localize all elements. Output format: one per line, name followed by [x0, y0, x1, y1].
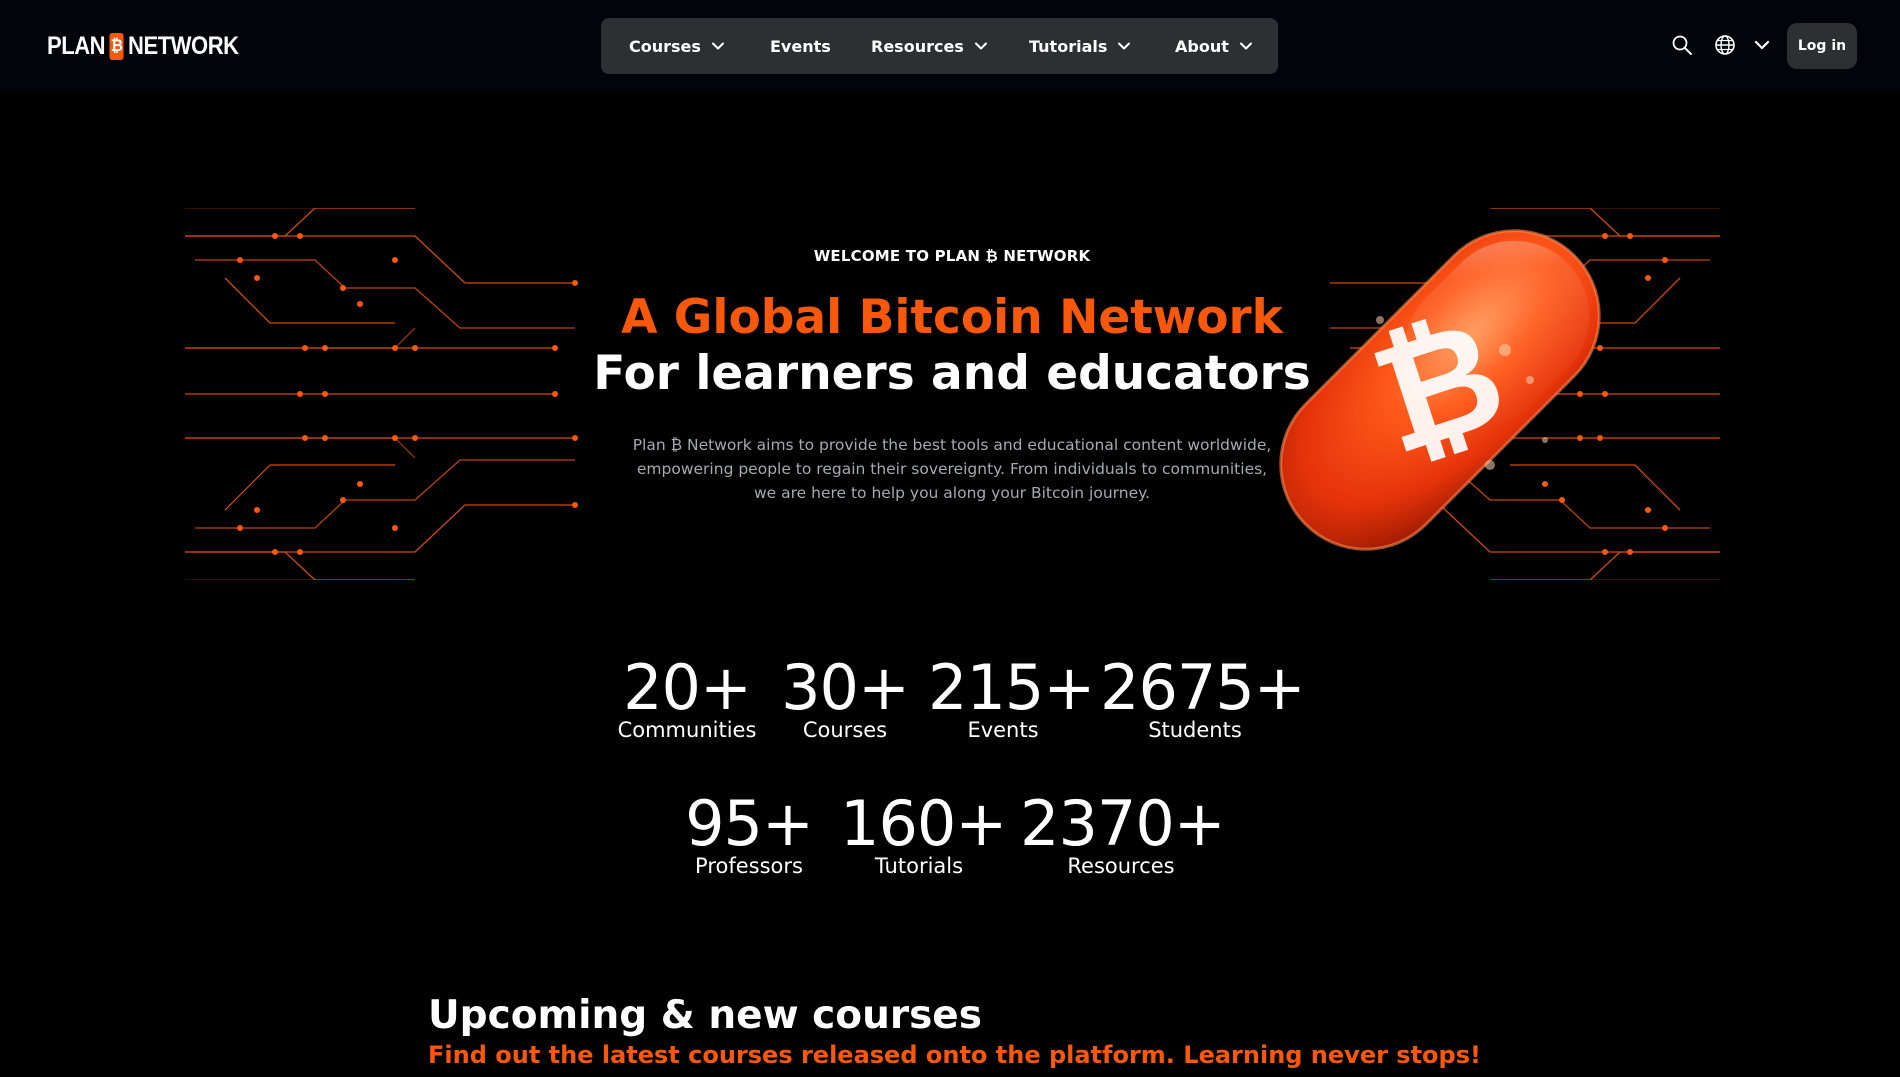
- chevron-down-icon: [711, 42, 724, 50]
- chevron-down-icon: [1118, 42, 1131, 50]
- chevron-down-icon: [974, 42, 987, 50]
- hero-title-line1: A Global Bitcoin Network: [621, 290, 1283, 345]
- logo-b-mark: ₿: [109, 32, 124, 60]
- nav-resources[interactable]: Resources: [871, 18, 1029, 74]
- logo-text-plan: PLAN: [47, 31, 106, 60]
- chevron-down-icon: [1239, 42, 1252, 50]
- language-chevron-down-icon[interactable]: [1753, 36, 1771, 54]
- main-nav: Courses Events Resources Tutorials About: [601, 18, 1278, 74]
- nav-about[interactable]: About: [1175, 18, 1253, 74]
- login-button[interactable]: Log in: [1787, 23, 1857, 69]
- globe-icon[interactable]: [1714, 34, 1736, 56]
- nav-events-label: Events: [770, 36, 831, 56]
- stat-value: 160+: [840, 787, 1007, 860]
- stat-value: 2370+: [1020, 787, 1226, 860]
- site-header: PLAN ₿ NETWORK Courses Events Resources …: [0, 0, 1900, 92]
- stat-label: Communities: [617, 718, 757, 742]
- nav-courses-label: Courses: [629, 36, 701, 56]
- nav-courses[interactable]: Courses: [629, 18, 770, 74]
- stat-students: 2675+ Students: [1100, 651, 1306, 743]
- plan-b-network-logo[interactable]: PLAN ₿ NETWORK: [47, 30, 239, 62]
- hero-title-line2: For learners and educators: [593, 346, 1311, 401]
- nav-tutorials-label: Tutorials: [1029, 36, 1108, 56]
- stat-label: Professors: [695, 854, 803, 878]
- stat-value: 30+: [781, 651, 910, 724]
- upcoming-courses-subtitle: Find out the latest courses released ont…: [428, 1041, 1481, 1069]
- stat-value: 215+: [928, 651, 1095, 724]
- stat-value: 2675+: [1100, 651, 1306, 724]
- stat-tutorials: 160+ Tutorials: [840, 787, 1007, 879]
- nav-tutorials[interactable]: Tutorials: [1029, 18, 1175, 74]
- hero-eyebrow: WELCOME TO PLAN ₿ NETWORK: [813, 247, 1091, 265]
- stat-professors: 95+ Professors: [680, 787, 818, 879]
- stat-events: 215+ Events: [928, 651, 1095, 743]
- stat-value: 95+: [685, 787, 814, 860]
- hero-description: Plan ₿ Network aims to provide the best …: [632, 436, 1272, 502]
- upcoming-courses-title: Upcoming & new courses: [428, 993, 982, 1038]
- stat-courses: 30+ Courses: [778, 651, 912, 743]
- search-icon[interactable]: [1671, 34, 1693, 56]
- stat-resources: 2370+ Resources: [1020, 787, 1226, 879]
- nav-events[interactable]: Events: [770, 18, 871, 74]
- logo-text-network: NETWORK: [128, 31, 239, 60]
- stat-communities: 20+ Communities: [608, 651, 766, 743]
- stat-value: 20+: [623, 651, 752, 724]
- nav-resources-label: Resources: [871, 36, 964, 56]
- nav-about-label: About: [1175, 36, 1229, 56]
